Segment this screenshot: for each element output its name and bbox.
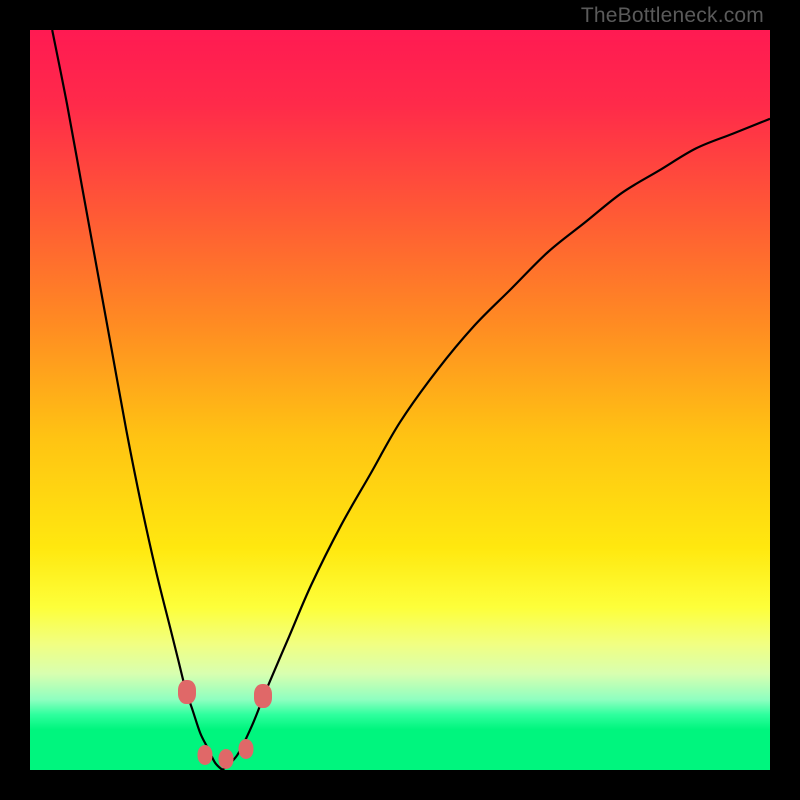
curve-layer (30, 30, 770, 770)
data-marker (197, 745, 212, 765)
curve-left-branch (52, 30, 222, 770)
data-marker (178, 680, 196, 704)
curve-right-branch (222, 119, 770, 770)
data-marker (219, 749, 234, 769)
outer-frame: TheBottleneck.com (0, 0, 800, 800)
data-marker (254, 684, 272, 708)
watermark-text: TheBottleneck.com (581, 4, 764, 28)
plot-area (30, 30, 770, 770)
data-marker (239, 739, 254, 759)
